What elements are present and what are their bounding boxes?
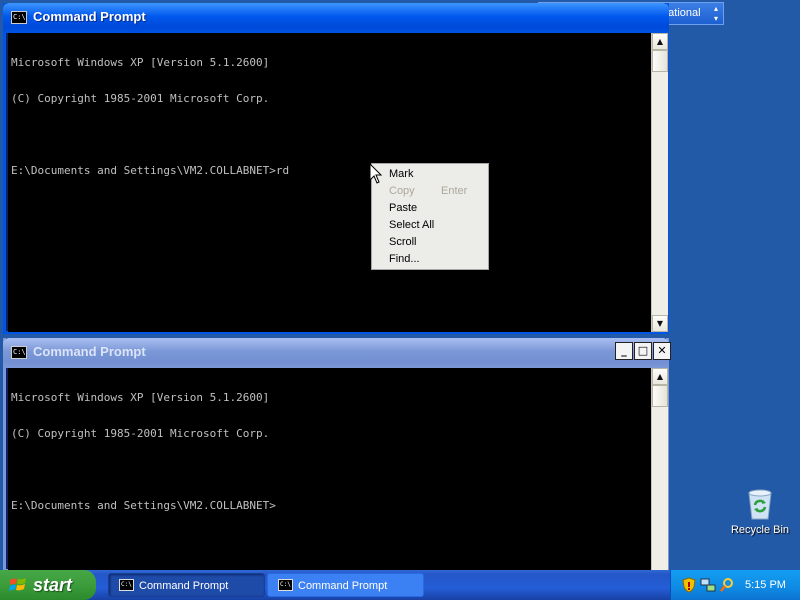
context-menu: Mark Copy Enter Paste Select All Scroll F… <box>371 163 489 270</box>
cmd-icon: C:\ <box>119 579 134 591</box>
menu-item-mark[interactable]: Mark <box>372 166 488 183</box>
console-output[interactable]: Microsoft Windows XP [Version 5.1.2600] … <box>8 33 651 332</box>
scroll-up-button[interactable]: ▲ <box>652 33 668 50</box>
taskbar-button-command-prompt-1[interactable]: C:\ Command Prompt <box>108 573 265 597</box>
command-prompt-window-active[interactable]: C:\ Command Prompt Microsoft Windows XP … <box>3 3 669 334</box>
maximize-button[interactable]: □ <box>634 342 652 360</box>
menu-item-find[interactable]: Find... <box>372 251 488 268</box>
taskbar-button-label: Command Prompt <box>298 580 388 592</box>
window-titlebar[interactable]: C:\ Command Prompt _ □ ✕ <box>3 338 671 368</box>
menu-item-shortcut: Enter <box>441 185 468 197</box>
menu-item-label: Scroll <box>389 236 417 248</box>
console-output[interactable]: Microsoft Windows XP [Version 5.1.2600] … <box>8 368 651 572</box>
menu-item-select-all[interactable]: Select All <box>372 217 488 234</box>
desktop-icon-recycle-bin[interactable]: Recycle Bin <box>728 487 792 536</box>
console-line: E:\Documents and Settings\VM2.COLLABNET> <box>11 499 276 512</box>
minimize-button[interactable]: _ <box>615 342 633 360</box>
window-title: Command Prompt <box>33 9 146 24</box>
taskbar: start C:\ Command Prompt C:\ Command Pro… <box>0 570 800 600</box>
scroll-up-button[interactable]: ▲ <box>652 368 668 385</box>
window-titlebar[interactable]: C:\ Command Prompt <box>3 3 669 33</box>
console-line: Microsoft Windows XP [Version 5.1.2600] <box>11 391 270 404</box>
console-line: E:\Documents and Settings\VM2.COLLABNET>… <box>11 164 290 177</box>
start-label: start <box>33 575 73 595</box>
mouse-cursor-icon <box>369 163 383 184</box>
vertical-scrollbar[interactable]: ▲ ▼ <box>651 33 668 332</box>
scroll-down-button[interactable]: ▼ <box>652 315 668 332</box>
window-title: Command Prompt <box>33 344 146 359</box>
cmd-window-icon[interactable]: C:\ <box>11 346 27 359</box>
taskbar-clock[interactable]: 5:15 PM <box>745 570 786 600</box>
menu-item-label: Mark <box>389 168 414 180</box>
search-icon[interactable] <box>719 577 735 593</box>
cmd-icon: C:\ <box>278 579 293 591</box>
scroll-thumb[interactable] <box>652 385 668 407</box>
menu-item-label: Paste <box>389 202 418 214</box>
console-line: Microsoft Windows XP [Version 5.1.2600] <box>11 56 270 69</box>
command-prompt-window-inactive[interactable]: C:\ Command Prompt _ □ ✕ Microsoft Windo… <box>3 338 671 572</box>
close-button[interactable]: ✕ <box>653 342 671 360</box>
scroll-thumb[interactable] <box>652 50 668 72</box>
menu-item-label: Find... <box>389 253 420 265</box>
cmd-window-icon[interactable]: C:\ <box>11 11 27 24</box>
start-button[interactable]: start <box>0 570 96 600</box>
desktop-icon-label: Recycle Bin <box>730 524 790 536</box>
menu-item-scroll[interactable]: Scroll <box>372 234 488 251</box>
language-bar-options-icon[interactable]: ▴ ▾ <box>714 4 718 24</box>
menu-item-paste[interactable]: Paste <box>372 200 488 217</box>
menu-item-copy[interactable]: Copy Enter <box>372 183 488 200</box>
windows-logo-icon <box>9 578 26 591</box>
console-line: (C) Copyright 1985-2001 Microsoft Corp. <box>11 427 270 440</box>
network-icon[interactable] <box>700 577 716 593</box>
menu-item-label: Copy <box>389 185 415 197</box>
taskbar-button-command-prompt-2[interactable]: C:\ Command Prompt <box>267 573 424 597</box>
recycle-bin-icon <box>745 487 775 521</box>
menu-item-label: Select All <box>389 219 435 231</box>
security-shield-icon[interactable] <box>681 577 697 593</box>
vertical-scrollbar[interactable]: ▲ <box>651 368 668 572</box>
taskbar-button-label: Command Prompt <box>139 580 229 592</box>
console-line: (C) Copyright 1985-2001 Microsoft Corp. <box>11 92 270 105</box>
system-tray: 5:15 PM <box>670 570 800 600</box>
